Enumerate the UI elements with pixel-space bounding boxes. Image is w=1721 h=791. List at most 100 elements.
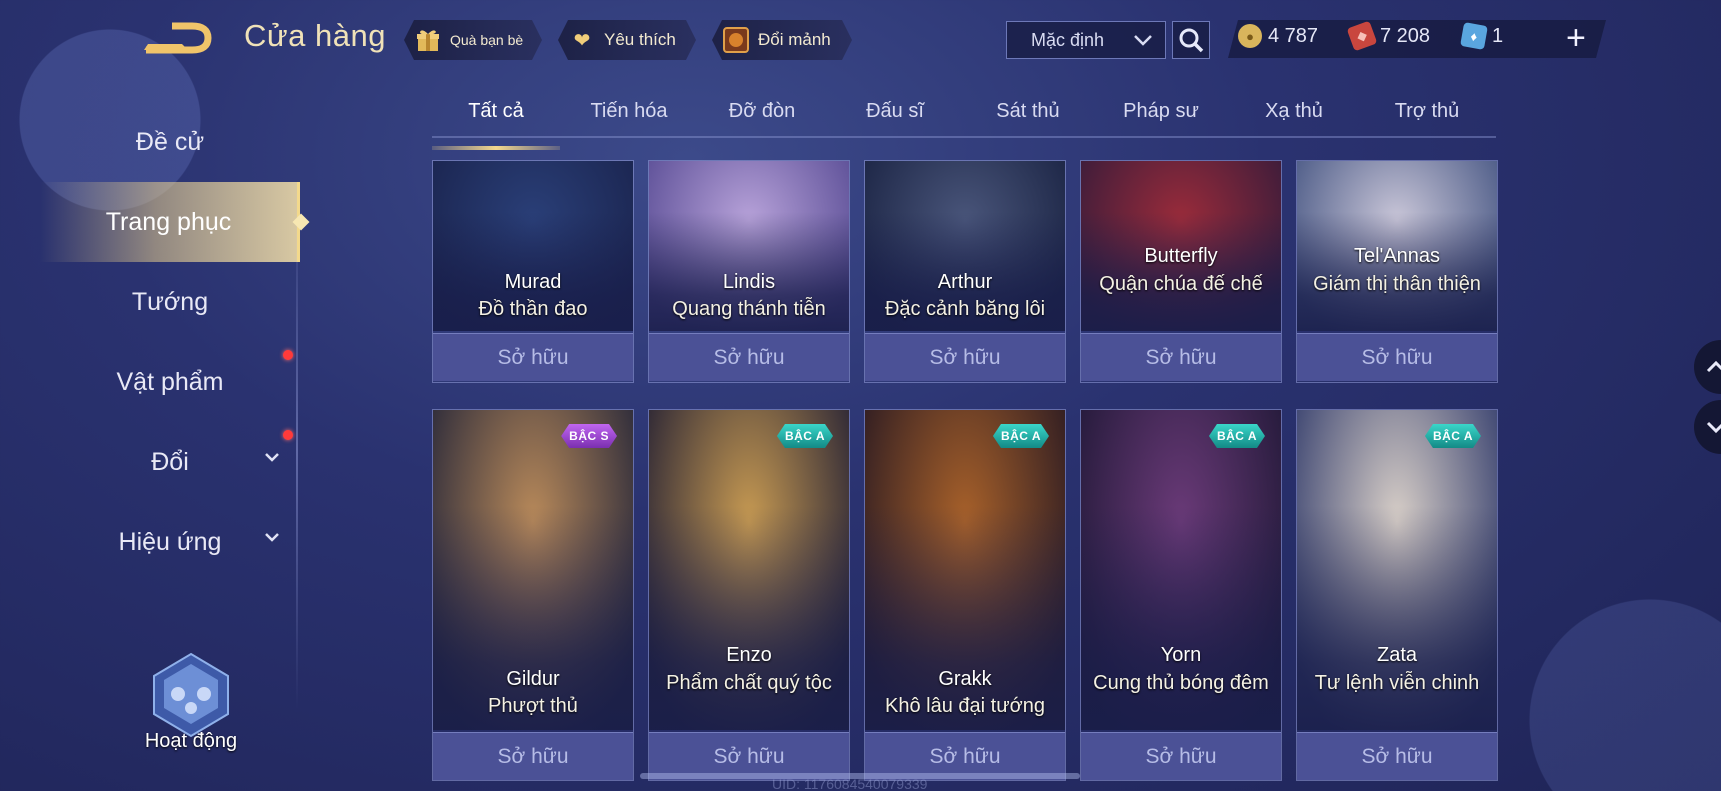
voucher-icon: ◆	[1346, 20, 1378, 52]
sidebar-item-label: Đổi	[151, 447, 189, 476]
hero-name: Murad	[504, 271, 562, 293]
event-button[interactable]: Hoạt động	[126, 650, 256, 760]
tab-label: Tất cả	[468, 100, 524, 122]
sidebar-item-items[interactable]: Vật phẩm	[40, 342, 300, 422]
hero-name: Lindis	[722, 271, 776, 293]
favorite-button[interactable]: ❤ Yêu thích	[558, 20, 696, 60]
owned-button[interactable]: Sở hữu	[865, 333, 1065, 381]
chevron-down-icon	[264, 530, 280, 548]
active-indicator-icon	[292, 213, 310, 231]
chevron-up-icon	[1706, 360, 1721, 373]
owned-button[interactable]: Sở hữu	[1081, 732, 1281, 780]
tier-badge: BẬC S	[561, 424, 617, 448]
voucher-amount: 7 208	[1380, 24, 1431, 47]
search-icon	[1179, 28, 1204, 53]
tab-support[interactable]: Trợ thủ	[1363, 100, 1491, 123]
hero-name: Grakk	[938, 668, 992, 690]
chip-label: Quà bạn bè	[450, 32, 524, 48]
scroll-up-button[interactable]	[1694, 340, 1721, 394]
skin-card[interactable]: Tel'Annas Giám thị thân thiện Sở hữu	[1296, 160, 1498, 383]
search-button[interactable]	[1172, 21, 1210, 59]
skin-card[interactable]: BẬC A Grakk Khô lâu đại tướng Sở hữu	[864, 409, 1066, 781]
owned-button[interactable]: Sở hữu	[1297, 732, 1497, 780]
hero-name: Arthur	[937, 271, 993, 293]
sidebar-item-label: Trang phục	[105, 207, 232, 236]
owned-button[interactable]: Sở hữu	[433, 732, 633, 780]
skin-card[interactable]: BẬC A Yorn Cung thủ bóng đêm Sở hữu	[1080, 409, 1282, 781]
ticket-balance: ♦ 1	[1460, 22, 1504, 50]
event-label: Hoạt động	[144, 730, 238, 752]
hero-name: Tel'Annas	[1353, 245, 1441, 267]
skin-card[interactable]: Butterfly Quận chúa đế chế Sở hữu	[1080, 160, 1282, 383]
plus-icon: +	[1566, 19, 1586, 57]
hero-name: Butterfly	[1144, 245, 1218, 267]
tab-tank[interactable]: Đỡ đòn	[698, 100, 826, 123]
skin-name: Phẩm chất quý tộc	[666, 672, 832, 694]
gold-coin-icon: ●	[1238, 24, 1262, 48]
tab-active-underline	[432, 146, 560, 150]
event-icon	[153, 652, 229, 738]
user-id-label: UID: 1176084540079339	[772, 776, 928, 791]
owned-button[interactable]: Sở hữu	[649, 333, 849, 381]
tier-badge: BẬC A	[777, 424, 833, 448]
back-arrow-icon	[144, 22, 212, 54]
owned-button[interactable]: Sở hữu	[1297, 333, 1497, 381]
owned-button[interactable]: Sở hữu	[433, 333, 633, 381]
sidebar-item-label: Tướng	[131, 287, 209, 316]
friend-gift-button[interactable]: Quà bạn bè	[404, 20, 542, 60]
shard-exchange-button[interactable]: Đổi mảnh	[712, 20, 852, 60]
category-tabs: Tất cả Tiến hóa Đỡ đòn Đấu sĩ Sát thủ Ph…	[432, 88, 1496, 150]
sort-dropdown[interactable]: Mặc định	[1006, 21, 1166, 59]
gift-icon	[414, 26, 442, 54]
sidebar-item-effects[interactable]: Hiệu ứng	[40, 502, 300, 582]
hero-name: Gildur	[506, 668, 560, 690]
gold-balance: ● 4 787	[1238, 24, 1318, 48]
tier-badge: BẬC A	[1425, 424, 1481, 448]
ticket-amount: 1	[1492, 24, 1504, 47]
skin-name: Giám thị thân thiện	[1313, 273, 1481, 295]
hero-name: Zata	[1376, 644, 1418, 666]
tab-label: Xạ thủ	[1265, 100, 1323, 122]
tab-mage[interactable]: Pháp sư	[1097, 100, 1225, 123]
owned-button[interactable]: Sở hữu	[1081, 333, 1281, 381]
sidebar-item-label: Vật phẩm	[116, 367, 224, 396]
scroll-down-button[interactable]	[1694, 400, 1721, 454]
skin-name: Tư lệnh viễn chinh	[1314, 672, 1480, 694]
back-button[interactable]	[142, 20, 214, 56]
add-currency-button[interactable]: +	[1566, 20, 1586, 56]
sidebar-item-recommended[interactable]: Đề cử	[40, 102, 300, 182]
hero-name: Yorn	[1160, 644, 1202, 666]
chevron-down-icon	[1133, 30, 1153, 51]
tab-label: Đấu sĩ	[866, 100, 924, 122]
skin-name: Quang thánh tiễn	[672, 298, 826, 320]
skin-card[interactable]: Lindis Quang thánh tiễn Sở hữu	[648, 160, 850, 383]
skin-card[interactable]: BẬC S Gildur Phượt thủ Sở hữu	[432, 409, 634, 781]
tier-badge: BẬC A	[993, 424, 1049, 448]
shard-exchange-icon	[722, 26, 750, 54]
page-title: Cửa hàng	[244, 18, 386, 53]
skin-card[interactable]: BẬC A Zata Tư lệnh viễn chinh Sở hữu	[1296, 409, 1498, 781]
skin-card[interactable]: BẬC A Enzo Phẩm chất quý tộc Sở hữu	[648, 409, 850, 781]
chip-label: Đổi mảnh	[758, 30, 831, 49]
heart-icon: ❤	[573, 29, 591, 52]
sidebar-item-heroes[interactable]: Tướng	[40, 262, 300, 342]
tab-label: Pháp sư	[1123, 100, 1199, 122]
sidebar-item-exchange[interactable]: Đổi	[40, 422, 300, 502]
sidebar-item-skins[interactable]: Trang phục	[40, 182, 310, 262]
skin-name: Khô lâu đại tướng	[885, 695, 1045, 717]
tab-label: Tiến hóa	[590, 100, 668, 122]
hero-name: Enzo	[726, 644, 772, 666]
tab-marksman[interactable]: Xạ thủ	[1230, 100, 1358, 123]
tab-evolution[interactable]: Tiến hóa	[565, 100, 693, 123]
tab-assassin[interactable]: Sát thủ	[964, 100, 1092, 123]
sidebar-item-label: Hiệu ứng	[118, 527, 222, 556]
top-bar: Cửa hàng Quà bạn bè ❤ Yêu thích Đổi mảnh…	[0, 0, 1721, 82]
ticket-icon: ♦	[1460, 22, 1488, 50]
skin-name: Quận chúa đế chế	[1099, 273, 1263, 295]
skin-card[interactable]: Arthur Đặc cảnh băng lôi Sở hữu	[864, 160, 1066, 383]
tab-all[interactable]: Tất cả	[432, 100, 560, 150]
tab-fighter[interactable]: Đấu sĩ	[831, 100, 959, 123]
chevron-down-icon	[1706, 421, 1721, 434]
skin-card[interactable]: Murad Đồ thần đao Sở hữu	[432, 160, 634, 383]
skin-name: Đồ thần đao	[478, 298, 588, 320]
